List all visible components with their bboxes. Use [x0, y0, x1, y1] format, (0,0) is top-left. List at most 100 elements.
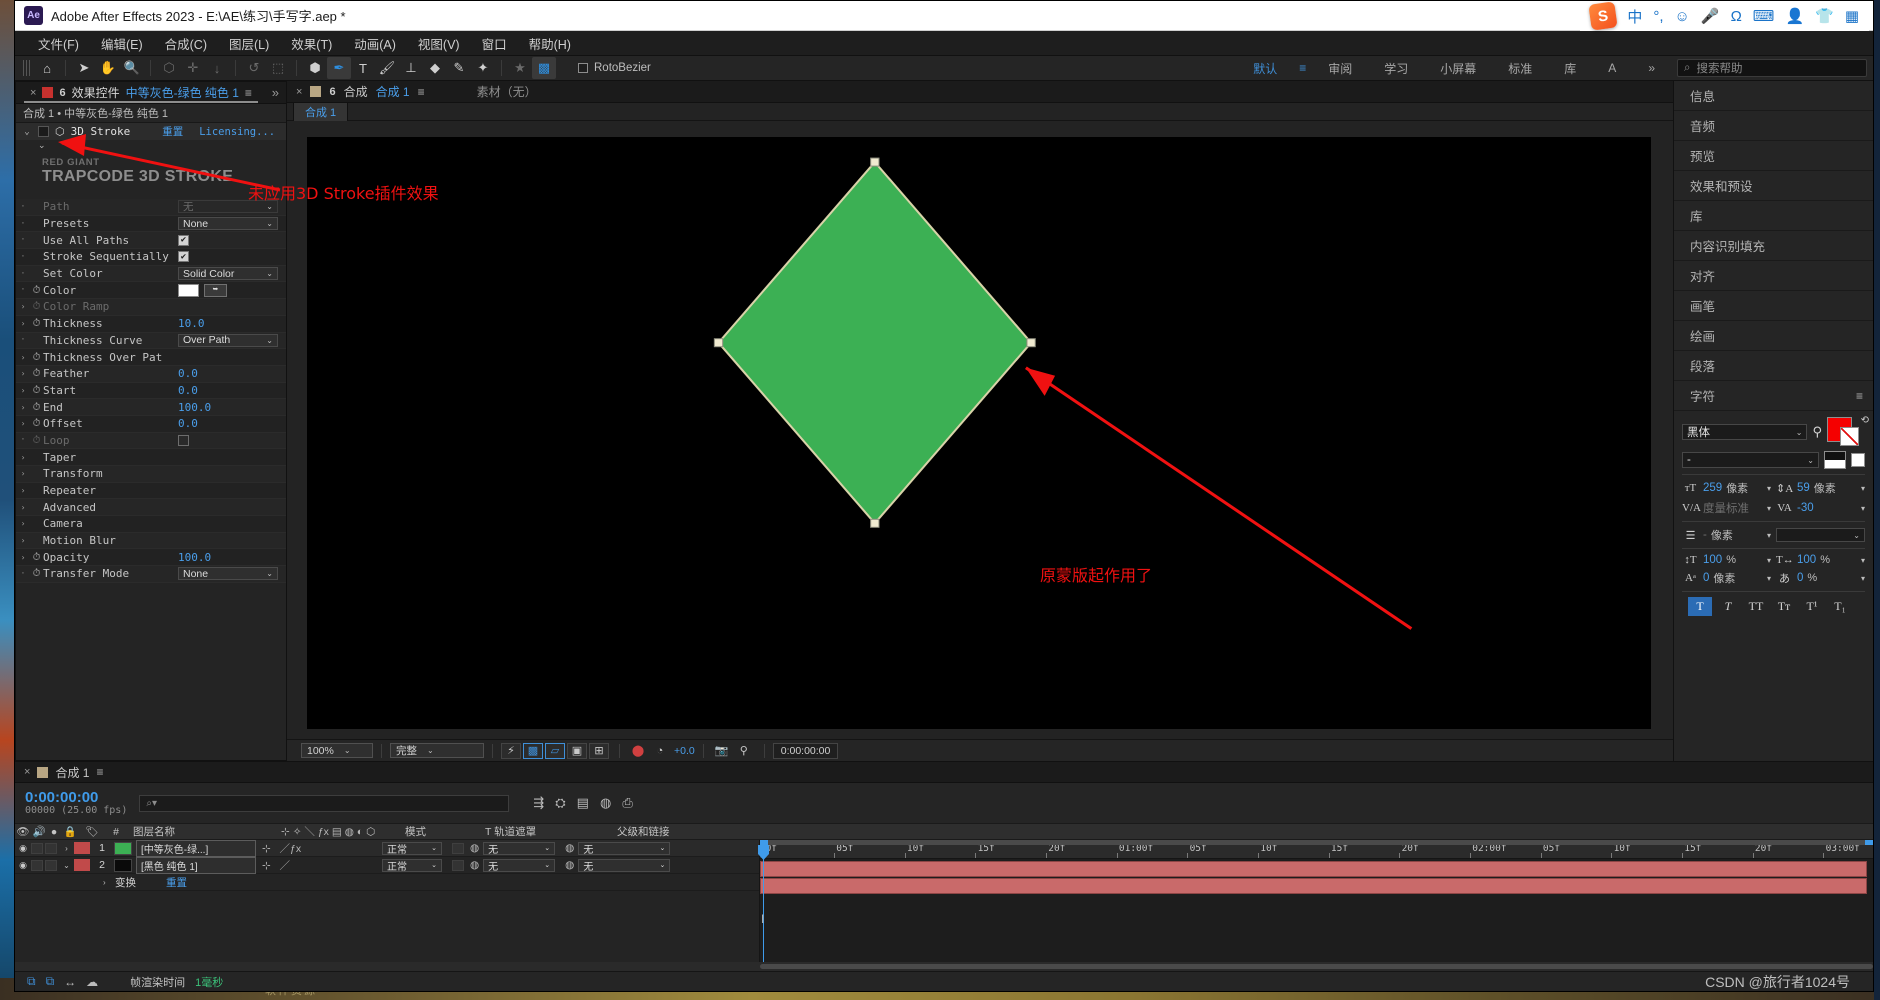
dock-tab-paragraph[interactable]: 段落 — [1674, 351, 1873, 381]
effect-param-value[interactable]: None ⌄ — [178, 567, 286, 581]
exposure-value[interactable]: +0.0 — [674, 745, 695, 757]
eraser-tool-icon[interactable]: ◆ — [423, 57, 447, 79]
transparency-grid-icon[interactable]: ▩ — [532, 57, 556, 79]
effect-param-value[interactable]: ✔ — [178, 234, 286, 246]
stroke-color-swatch[interactable] — [1840, 427, 1859, 446]
effect-param-value[interactable]: 10.0 — [178, 317, 286, 330]
effect-param-value[interactable]: Solid Color ⌄ — [178, 267, 286, 281]
tsume-field[interactable]: あ 0 % ▾ — [1776, 570, 1865, 586]
workspace-overflow-icon[interactable]: » — [1632, 59, 1671, 77]
track-matte-toggle[interactable] — [452, 842, 464, 854]
workspace-menu-icon[interactable]: ≡ — [1293, 59, 1312, 77]
effect-param-value[interactable]: 0.0 — [178, 367, 286, 380]
chevron-down-icon[interactable]: ⌄ — [22, 127, 32, 137]
roto-brush-tool-icon[interactable]: ✎ — [447, 57, 471, 79]
effect-param-row[interactable]: › ⏱ Start 0.0 — [16, 382, 286, 400]
fast-preview-icon[interactable]: ⚡ — [501, 742, 521, 759]
effect-licensing-link[interactable]: Licensing... — [199, 126, 275, 138]
effect-param-row[interactable]: › ⏱ Thickness 10.0 — [16, 315, 286, 333]
clone-stamp-tool-icon[interactable]: ⊥ — [399, 57, 423, 79]
layer-solo-toggle[interactable] — [45, 842, 57, 854]
effect-param-row[interactable]: · Path 无 ⌄ — [16, 199, 286, 216]
param-checkbox[interactable]: ✔ — [178, 251, 189, 263]
ime-emoji-icon[interactable]: ☺ — [1675, 8, 1690, 25]
layer-visibility-icon[interactable]: ◉ — [15, 843, 31, 854]
orbit-tool-icon[interactable]: ⬡ — [157, 57, 181, 79]
parent-pickwhip-icon[interactable]: ◍ — [565, 842, 574, 854]
dock-tab-libraries[interactable]: 库 — [1674, 201, 1873, 231]
home-tool-icon[interactable]: ⌂ — [35, 57, 59, 79]
stopwatch-icon[interactable]: ⏱ — [30, 568, 43, 579]
graph-editor-icon[interactable]: ◍ — [600, 795, 611, 811]
layer-switches[interactable]: ⊹ ／ƒx — [256, 841, 376, 856]
chevron-right-icon[interactable]: › — [16, 386, 30, 395]
draft-3d-icon[interactable]: ⛭ — [555, 795, 565, 811]
dock-tab-preview[interactable]: 预览 — [1674, 141, 1873, 171]
resolution-select[interactable]: 完整 ⌄ — [390, 743, 484, 758]
pan-tool-icon[interactable]: ✛ — [181, 57, 205, 79]
layer-switches[interactable]: ⊹ ／ — [256, 858, 376, 873]
show-snapshot-icon[interactable]: ⚲ — [734, 743, 754, 759]
stopwatch-icon[interactable]: ⏱ — [30, 418, 43, 429]
chevron-right-icon[interactable]: › — [16, 302, 30, 311]
parent-pickwhip-icon[interactable]: ◍ — [565, 859, 574, 871]
effect-param-row[interactable]: › ⏱ Feather 0.0 — [16, 365, 286, 383]
layer-bar-1[interactable] — [760, 861, 1867, 877]
channel-color-icon[interactable]: ⬤ — [628, 743, 648, 759]
toggle-switches-icon-2[interactable]: ⧉ — [46, 974, 55, 989]
param-number-value[interactable]: 0.0 — [178, 384, 198, 397]
workspace-small-screen[interactable]: 小屏幕 — [1424, 58, 1492, 79]
layer-expand-icon[interactable]: › — [59, 844, 74, 853]
leading-field[interactable]: ⇕A 59 像素 ▾ — [1776, 480, 1865, 496]
chevron-down-icon[interactable]: ▾ — [1767, 574, 1771, 583]
effect-param-value[interactable]: 0.0 — [178, 384, 286, 397]
chevron-down-icon[interactable]: ▾ — [1767, 556, 1771, 565]
style-small-caps-button[interactable]: Tᴛ — [1772, 597, 1796, 616]
stopwatch-icon[interactable]: ⏱ — [30, 301, 43, 312]
ime-punctuation-icon[interactable]: °, — [1653, 8, 1663, 25]
effect-param-row[interactable]: › Transform — [16, 466, 286, 483]
panel-overflow-icon[interactable]: » — [272, 85, 286, 100]
star-icon[interactable]: ★ — [508, 57, 532, 79]
close-icon[interactable]: × — [30, 87, 36, 99]
effect-param-row[interactable]: · Stroke Sequentially ✔ — [16, 249, 286, 266]
style-faux-italic-button[interactable]: T — [1716, 597, 1740, 616]
parent-select[interactable]: 无 ⌄ — [578, 841, 671, 856]
footage-tab[interactable]: 素材（无） — [477, 83, 537, 100]
effect-param-value[interactable]: ✔ — [178, 251, 286, 263]
help-search-input[interactable]: ⌕ 搜索帮助 — [1677, 59, 1867, 77]
font-size-field[interactable]: ᴛT 259 像素 ▾ — [1682, 480, 1771, 496]
mask-handle-bottom[interactable] — [870, 518, 880, 528]
param-number-value[interactable]: 10.0 — [178, 317, 205, 330]
layer-mode-select[interactable]: 正常 ⌄ — [382, 841, 442, 856]
style-superscript-button[interactable]: T¹ — [1800, 597, 1824, 616]
effect-param-row[interactable]: · ⏱ Transfer Mode None ⌄ — [16, 566, 286, 583]
font-family-select[interactable]: 黑体 ⌄ — [1682, 424, 1808, 440]
mask-handle-right[interactable] — [1026, 338, 1036, 348]
layer-name[interactable]: [黑色 纯色 1] — [136, 856, 256, 874]
lock-icon[interactable]: 6 — [329, 86, 335, 98]
param-number-value[interactable]: 0.0 — [178, 367, 198, 380]
track-matte-toggle[interactable] — [452, 859, 464, 871]
effect-param-row[interactable]: · Set Color Solid Color ⌄ — [16, 265, 286, 283]
effect-param-value[interactable]: Over Path ⌄ — [178, 333, 286, 347]
toggle-switches-modes-icon[interactable]: ⧉ — [27, 974, 36, 989]
zoom-tool-icon[interactable]: 🔍 — [120, 57, 144, 79]
param-number-value[interactable]: 100.0 — [178, 551, 211, 564]
effect-param-row[interactable]: › Advanced — [16, 499, 286, 517]
ime-keyboard-icon[interactable]: ⌨ — [1753, 7, 1775, 25]
rotobezier-option[interactable]: RotoBezier — [578, 62, 651, 74]
workspace-font-label[interactable]: A — [1592, 59, 1632, 77]
chevron-right-icon[interactable]: › — [16, 369, 30, 378]
menu-composition[interactable]: 合成(C) — [154, 31, 218, 56]
dock-tab-info[interactable]: 信息 — [1674, 81, 1873, 111]
effect-param-row[interactable]: · Thickness Curve Over Path ⌄ — [16, 332, 286, 350]
effect-param-value[interactable]: ➥ — [178, 283, 286, 297]
effect-param-row[interactable]: · ⏱ Color ➥ — [16, 282, 286, 300]
param-checkbox[interactable] — [178, 434, 189, 446]
stopwatch-icon[interactable]: ⏱ — [30, 318, 43, 329]
chevron-right-icon[interactable]: › — [16, 419, 30, 428]
effect-header-row[interactable]: ⌄ ⬡ 3D Stroke 重置 Licensing... — [16, 123, 286, 140]
menu-view[interactable]: 视图(V) — [407, 31, 471, 56]
chevron-down-icon[interactable]: ▾ — [1767, 504, 1771, 513]
